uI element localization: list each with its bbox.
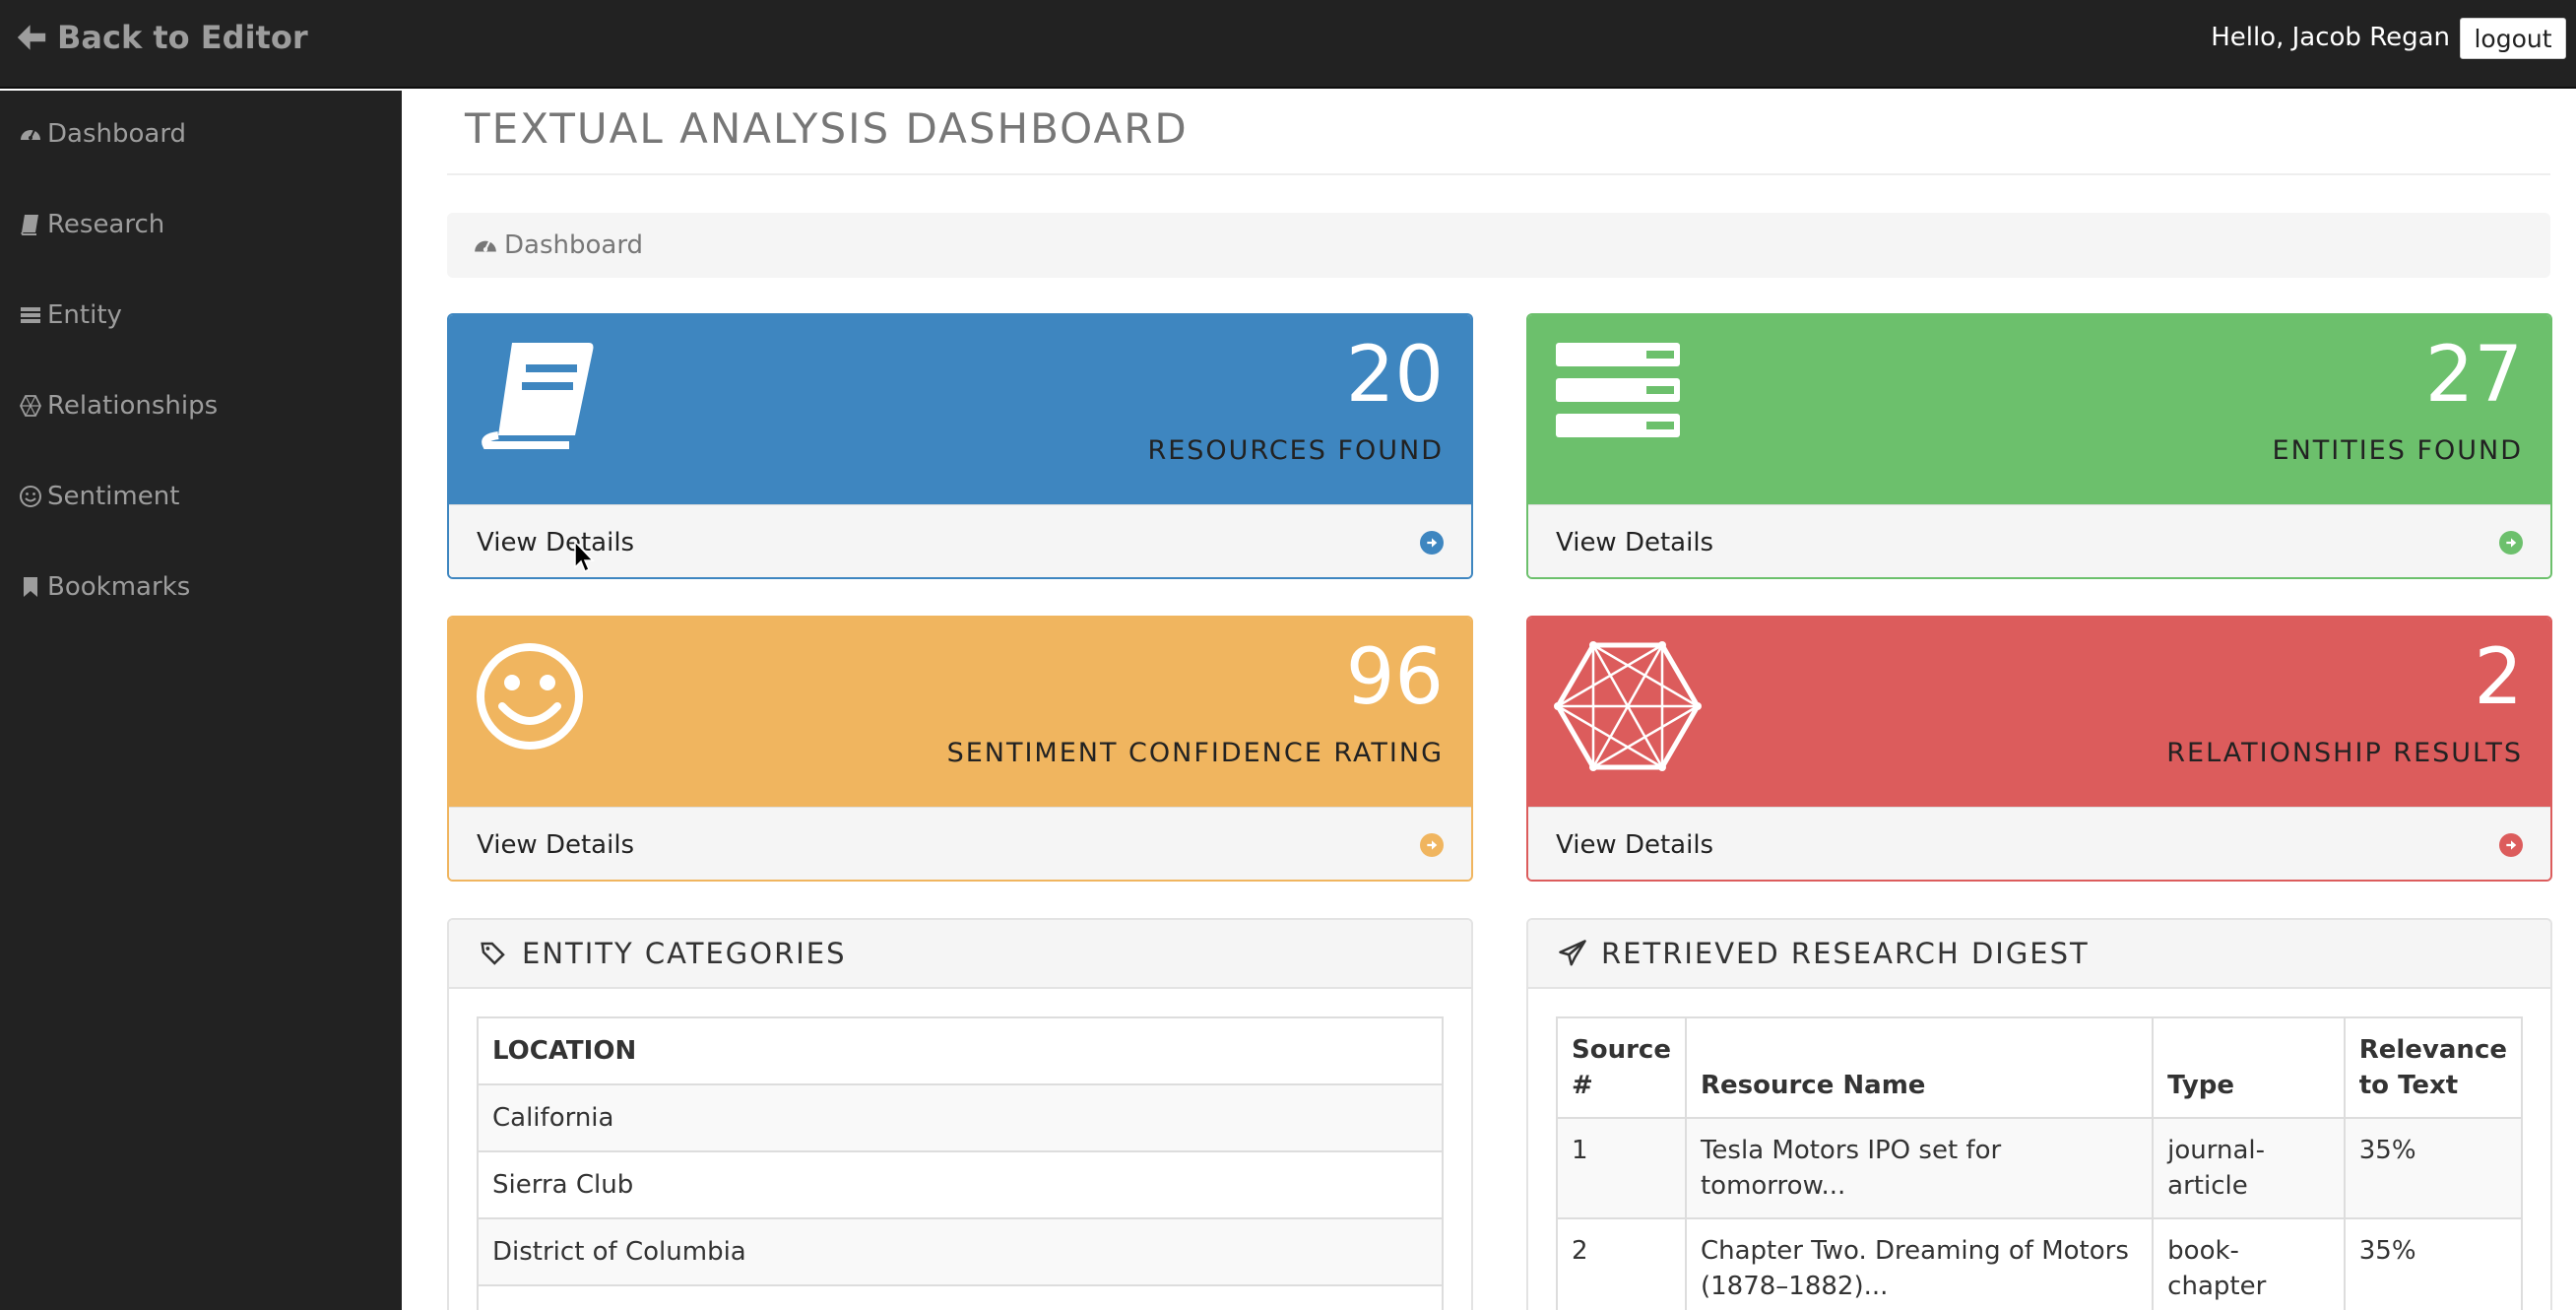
table-row <box>477 1284 1444 1310</box>
sidebar-item-label: Sentiment <box>47 482 180 511</box>
dashboard-icon <box>475 240 496 252</box>
dashboard-icon <box>18 121 43 147</box>
table-row[interactable]: 2 Chapter Two. Dreaming of Motors (1878–… <box>1556 1217 2524 1310</box>
entity-categories-title: ENTITY CATEGORIES <box>522 937 847 970</box>
table-header: LOCATION <box>477 1016 1444 1085</box>
sidebar-item-label: Bookmarks <box>47 572 191 602</box>
sidebar-item-dashboard[interactable]: Dashboard <box>18 110 186 158</box>
entity-categories-card: ENTITY CATEGORIES LOCATION California Si… <box>447 918 1473 1310</box>
arrow-circle-right-icon <box>1420 832 1444 857</box>
view-details-label: View Details <box>477 829 635 860</box>
table-cell: District of Columbia <box>477 1217 1444 1286</box>
research-digest-table: Source # Resource Name Type Relevance to… <box>1556 1016 2524 1310</box>
book-icon <box>18 212 43 237</box>
back-to-editor-label: Back to Editor <box>57 19 308 56</box>
sentiment-label: SENTIMENT CONFIDENCE RATING <box>946 738 1444 768</box>
table-cell: California <box>477 1083 1444 1152</box>
sentiment-view-details[interactable]: View Details <box>449 807 1471 880</box>
entities-view-details[interactable]: View Details <box>1528 504 2550 577</box>
breadcrumb-item-dashboard[interactable]: Dashboard <box>504 230 643 260</box>
network-icon <box>18 393 43 419</box>
sidebar-item-bookmarks[interactable]: Bookmarks <box>18 563 190 611</box>
resource-name: Chapter Two. Dreaming of Motors (1878–18… <box>1684 1217 2155 1310</box>
tags-icon <box>481 942 505 965</box>
user-greeting: Hello, Jacob Regan <box>2211 23 2450 52</box>
entities-label: ENTITIES FOUND <box>2272 435 2523 466</box>
relationships-count: 2 <box>2474 633 2523 722</box>
research-digest-card: RETRIEVED RESEARCH DIGEST Source # Resou… <box>1526 918 2552 1310</box>
card-heading: RETRIEVED RESEARCH DIGEST <box>1528 920 2550 989</box>
card-heading: ENTITY CATEGORIES <box>449 920 1471 989</box>
sidebar-item-sentiment[interactable]: Sentiment <box>18 473 179 520</box>
column-header-relevance: Relevance to Text <box>2343 1016 2524 1119</box>
arrow-left-icon <box>17 25 46 50</box>
smile-icon <box>18 484 43 509</box>
breadcrumb: Dashboard <box>447 213 2550 278</box>
column-header-source: Source # <box>1556 1016 1687 1119</box>
list-icon <box>1556 343 1680 437</box>
smile-icon <box>477 643 583 750</box>
resource-type: book-chapter <box>2152 1217 2346 1310</box>
relationships-panel: 2 RELATIONSHIP RESULTS View Details <box>1526 616 2552 882</box>
table-row[interactable]: 1 Tesla Motors IPO set for tomorrow... j… <box>1556 1117 2524 1219</box>
resource-name: Tesla Motors IPO set for tomorrow... <box>1684 1117 2155 1219</box>
resources-view-details[interactable]: View Details <box>449 504 1471 577</box>
relevance-value: 35% <box>2343 1117 2524 1219</box>
relevance-value: 35% <box>2343 1217 2524 1310</box>
resources-count: 20 <box>1345 331 1444 420</box>
panel-heading: 27 ENTITIES FOUND <box>1528 315 2550 504</box>
book-icon <box>482 343 594 449</box>
network-icon <box>1554 641 1702 771</box>
arrow-circle-right-icon <box>2499 530 2523 555</box>
resources-label: RESOURCES FOUND <box>1147 435 1444 466</box>
table-cell <box>477 1284 1444 1310</box>
entity-categories-table: LOCATION California Sierra Club District… <box>477 1016 1444 1310</box>
table-cell: Sierra Club <box>477 1150 1444 1219</box>
arrow-circle-right-icon <box>1420 530 1444 555</box>
paper-plane-icon <box>1559 940 1586 966</box>
sidebar-item-entity[interactable]: Entity <box>18 292 122 339</box>
view-details-label: View Details <box>1556 527 1714 557</box>
resource-type: journal-article <box>2152 1117 2346 1219</box>
source-number: 1 <box>1556 1117 1687 1219</box>
relationships-label: RELATIONSHIP RESULTS <box>2166 738 2523 768</box>
logout-button[interactable]: logout <box>2460 18 2566 59</box>
panel-heading: 20 RESOURCES FOUND <box>449 315 1471 504</box>
view-details-label: View Details <box>1556 829 1714 860</box>
top-navbar: Back to Editor Hello, Jacob Regan logout <box>0 0 2576 89</box>
relationships-view-details[interactable]: View Details <box>1528 807 2550 880</box>
table-row: California <box>477 1083 1444 1152</box>
arrow-circle-right-icon <box>2499 832 2523 857</box>
bookmark-icon <box>18 574 43 600</box>
entities-panel: 27 ENTITIES FOUND View Details <box>1526 313 2552 579</box>
resources-panel: 20 RESOURCES FOUND View Details <box>447 313 1473 579</box>
mouse-cursor-icon <box>574 540 595 573</box>
source-number: 2 <box>1556 1217 1687 1310</box>
column-header-resource-name: Resource Name <box>1684 1016 2155 1119</box>
sidebar-item-label: Dashboard <box>47 119 187 149</box>
sidebar-item-label: Research <box>47 210 165 239</box>
sidebar-item-label: Relationships <box>47 391 219 421</box>
sidebar: Dashboard Research Entity Relationships … <box>0 91 402 1310</box>
list-icon <box>18 302 43 328</box>
main-content: TEXTUAL ANALYSIS DASHBOARD Dashboard 20 … <box>402 91 2576 1310</box>
sentiment-score: 96 <box>1345 633 1444 722</box>
back-to-editor-link[interactable]: Back to Editor <box>14 16 308 59</box>
panel-heading: 2 RELATIONSHIP RESULTS <box>1528 618 2550 807</box>
research-digest-title: RETRIEVED RESEARCH DIGEST <box>1601 937 2090 970</box>
view-details-label: View Details <box>477 527 635 557</box>
table-row: District of Columbia <box>477 1217 1444 1286</box>
sidebar-item-label: Entity <box>47 300 122 330</box>
table-row: Sierra Club <box>477 1150 1444 1219</box>
sentiment-panel: 96 SENTIMENT CONFIDENCE RATING View Deta… <box>447 616 1473 882</box>
title-divider <box>447 173 2550 175</box>
entities-count: 27 <box>2424 331 2523 420</box>
sidebar-item-relationships[interactable]: Relationships <box>18 382 218 429</box>
panel-heading: 96 SENTIMENT CONFIDENCE RATING <box>449 618 1471 807</box>
sidebar-item-research[interactable]: Research <box>18 201 164 248</box>
page-title: TEXTUAL ANALYSIS DASHBOARD <box>465 104 1189 153</box>
column-header-type: Type <box>2152 1016 2346 1119</box>
